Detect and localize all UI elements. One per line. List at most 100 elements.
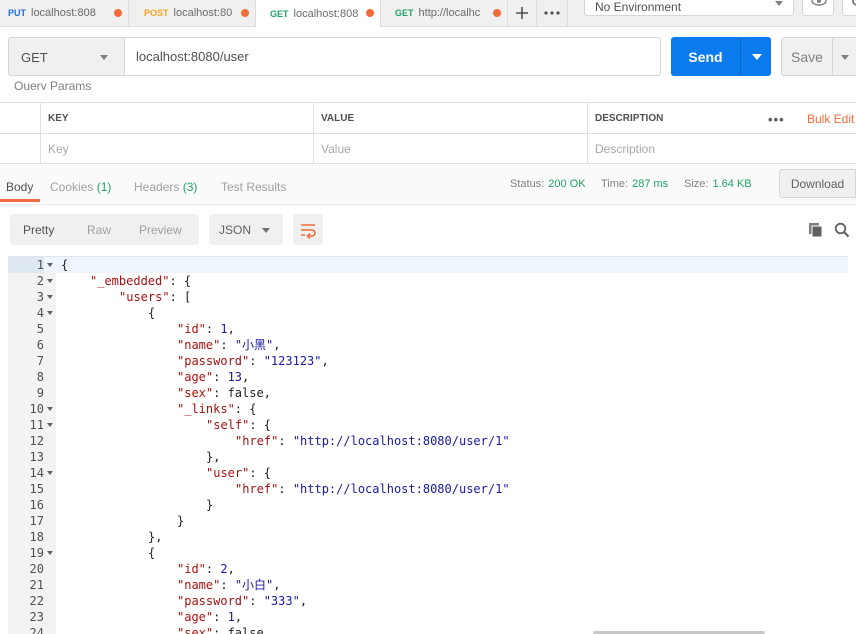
- description-column-header: DESCRIPTION: [595, 112, 664, 124]
- format-select[interactable]: JSON: [209, 214, 283, 245]
- code-text: "age": 1,: [177, 610, 243, 624]
- key-input[interactable]: Key: [41, 134, 314, 164]
- value-input[interactable]: Value: [314, 134, 588, 164]
- request-tab[interactable]: PUT localhost:808: [0, 0, 129, 26]
- code-text: "name": "小黑",: [177, 338, 281, 352]
- wrap-lines-button[interactable]: [293, 214, 323, 245]
- tab-method: POST: [144, 8, 169, 18]
- eye-icon: [811, 0, 827, 6]
- request-bar: GET Send Save: [0, 27, 856, 77]
- fold-toggle-icon[interactable]: [47, 263, 53, 267]
- code-line: 23 "age": 1,: [8, 609, 848, 625]
- time-readout: Time: 287 ms: [601, 178, 668, 190]
- request-tab[interactable]: POST localhost:80: [129, 0, 256, 26]
- send-button[interactable]: Send: [671, 37, 740, 76]
- code-text: {: [148, 306, 156, 320]
- preview-mode-button[interactable]: Preview: [139, 223, 182, 237]
- params-header-row: KEY VALUE DESCRIPTION ••• Bulk Edit: [0, 103, 856, 134]
- params-more-icon[interactable]: •••: [768, 112, 785, 127]
- line-number: 13: [29, 450, 44, 464]
- method-value: GET: [21, 50, 48, 65]
- code-text: "href": "http://localhost:8080/user/1": [235, 482, 510, 496]
- code-text: "_links": {: [177, 402, 257, 416]
- line-number: 6: [36, 338, 44, 352]
- response-tab-bar: Body Cookies (1) Headers (3) Test Result…: [0, 165, 856, 205]
- raw-mode-button[interactable]: Raw: [87, 223, 111, 237]
- line-number: 17: [29, 514, 44, 528]
- environment-settings-button[interactable]: [842, 0, 856, 16]
- tab-url: localhost:80: [173, 7, 233, 19]
- code-line: 1{: [8, 257, 848, 273]
- fold-toggle-icon[interactable]: [47, 311, 53, 315]
- line-number: 22: [29, 594, 44, 608]
- copy-button[interactable]: [808, 222, 824, 238]
- code-text: "password": "123123",: [177, 354, 329, 368]
- code-line: 22 "password": "333",: [8, 593, 848, 609]
- code-text: "sex": false,: [177, 626, 271, 634]
- unsaved-dot-icon: [366, 9, 374, 17]
- chevron-down-icon: [775, 1, 783, 6]
- request-tab[interactable]: GET http://localhc: [381, 0, 508, 26]
- save-options-button[interactable]: [832, 37, 856, 76]
- tab-cookies[interactable]: Cookies (1): [50, 180, 111, 194]
- bulk-edit-link[interactable]: Bulk Edit: [807, 112, 854, 126]
- line-number: 21: [29, 578, 44, 592]
- code-text: "sex": false,: [177, 386, 271, 400]
- code-line: 11 "self": {: [8, 417, 848, 433]
- line-number: 2: [36, 274, 44, 288]
- code-line: 13},: [8, 449, 848, 465]
- response-body-viewer[interactable]: 1{2 "_embedded": {3 "users": [4{5 "id": 1, 6…: [8, 256, 848, 634]
- code-line: 14 "user": {: [8, 465, 848, 481]
- fold-toggle-icon[interactable]: [47, 279, 53, 283]
- fold-toggle-icon[interactable]: [47, 423, 53, 427]
- code-text: }: [206, 498, 214, 512]
- more-tabs-button[interactable]: [537, 0, 568, 26]
- active-tab-indicator: [0, 199, 40, 202]
- chevron-down-icon: [841, 55, 849, 60]
- tab-count: (3): [182, 180, 198, 194]
- time-label: Time:: [601, 178, 629, 190]
- send-options-button[interactable]: [740, 37, 771, 76]
- request-tab-active[interactable]: GET localhost:808: [256, 0, 381, 27]
- download-button[interactable]: Download: [779, 169, 856, 198]
- code-line: 19 {: [8, 545, 848, 561]
- fold-toggle-icon[interactable]: [47, 407, 53, 411]
- fold-toggle-icon[interactable]: [47, 551, 53, 555]
- chevron-down-icon: [100, 55, 108, 60]
- request-tab-bar: PUT localhost:808 POST localhost:80 GET …: [0, 0, 856, 27]
- code-text: }: [177, 514, 185, 528]
- line-number: 14: [29, 466, 44, 480]
- unsaved-dot-icon: [114, 9, 122, 17]
- tab-headers[interactable]: Headers (3): [134, 180, 197, 194]
- fold-toggle-icon[interactable]: [47, 471, 53, 475]
- code-text: "href": "http://localhost:8080/user/1": [235, 434, 510, 448]
- tab-count: (1): [96, 180, 112, 194]
- unsaved-dot-icon: [241, 9, 249, 17]
- url-input[interactable]: [124, 37, 661, 76]
- tab-test-results[interactable]: Test Results: [221, 180, 286, 194]
- fold-toggle-icon[interactable]: [47, 295, 53, 299]
- code-line: 21 "name": "小白",: [8, 577, 848, 593]
- copy-icon: [809, 223, 823, 238]
- tab-body[interactable]: Body: [6, 180, 33, 194]
- new-tab-button[interactable]: [508, 0, 537, 26]
- environment-quick-look-button[interactable]: [802, 0, 834, 16]
- environment-select[interactable]: No Environment: [584, 0, 794, 16]
- search-icon: [834, 222, 850, 238]
- wrap-lines-icon: [301, 224, 316, 240]
- line-number: 19: [29, 546, 44, 560]
- search-button[interactable]: [834, 222, 850, 238]
- line-number: 1: [8, 257, 44, 273]
- code-text: "age": 13,: [177, 370, 250, 384]
- code-line: 16}: [8, 497, 848, 513]
- save-button[interactable]: Save: [781, 37, 833, 76]
- code-text: {: [148, 546, 156, 560]
- key-column-header: KEY: [41, 103, 314, 133]
- value-column-header: VALUE: [314, 103, 588, 133]
- method-select[interactable]: GET: [8, 37, 125, 76]
- tab-url: localhost:808: [293, 7, 359, 20]
- description-input[interactable]: Description: [588, 134, 856, 164]
- pretty-mode-button[interactable]: Pretty: [23, 223, 54, 237]
- code-text: "password": "333",: [177, 594, 308, 608]
- line-number: 12: [29, 434, 44, 448]
